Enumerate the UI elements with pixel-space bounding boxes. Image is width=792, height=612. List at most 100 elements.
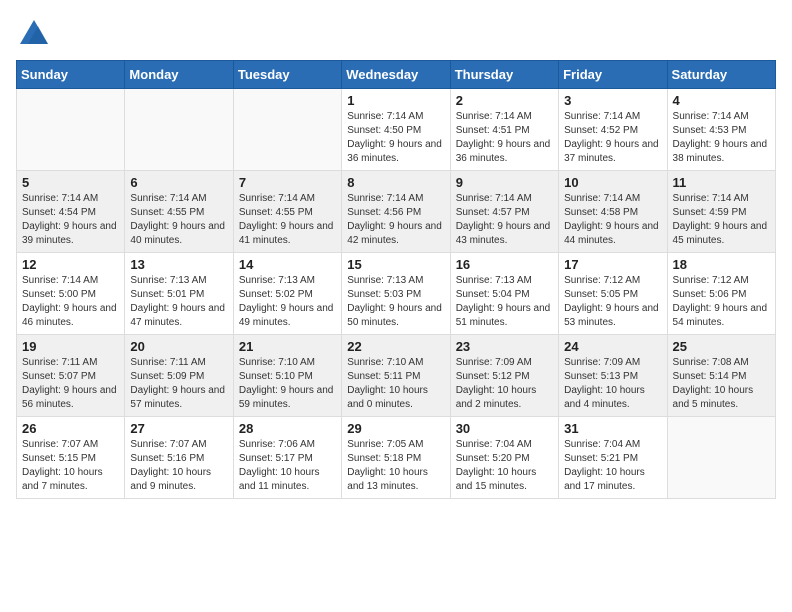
calendar-day-cell: 30 Sunrise: 7:04 AM Sunset: 5:20 PM Dayli… bbox=[450, 417, 558, 499]
day-number: 21 bbox=[239, 339, 336, 354]
day-info: Sunrise: 7:13 AM Sunset: 5:01 PM Dayligh… bbox=[130, 274, 227, 330]
day-info: Sunrise: 7:13 AM Sunset: 5:02 PM Dayligh… bbox=[239, 274, 336, 330]
calendar-week-row: 12 Sunrise: 7:14 AM Sunset: 5:00 PM Dayli… bbox=[17, 253, 776, 335]
calendar-day-cell: 16Sunrise: 7:13 AM Sunset: 5:04 PM Dayli… bbox=[450, 253, 558, 335]
day-info: Sunrise: 7:14 AM Sunset: 4:55 PM Dayligh… bbox=[130, 192, 227, 248]
calendar-day-cell: 24Sunrise: 7:09 AM Sunset: 5:13 PM Dayli… bbox=[559, 335, 667, 417]
calendar-day-cell: 31 Sunrise: 7:04 AM Sunset: 5:21 PM Dayli… bbox=[559, 417, 667, 499]
weekday-header: Sunday bbox=[17, 61, 125, 89]
calendar-day-cell: 29Sunrise: 7:05 AM Sunset: 5:18 PM Dayli… bbox=[342, 417, 450, 499]
day-info: Sunrise: 7:06 AM Sunset: 5:17 PM Dayligh… bbox=[239, 438, 336, 494]
day-number: 3 bbox=[564, 93, 661, 108]
calendar-day-cell: 27 Sunrise: 7:07 AM Sunset: 5:16 PM Dayli… bbox=[125, 417, 233, 499]
day-info: Sunrise: 7:09 AM Sunset: 5:12 PM Dayligh… bbox=[456, 356, 553, 412]
day-number: 22 bbox=[347, 339, 444, 354]
calendar-day-cell bbox=[233, 89, 341, 171]
day-number: 28 bbox=[239, 421, 336, 436]
day-number: 1 bbox=[347, 93, 444, 108]
day-info: Sunrise: 7:14 AM Sunset: 4:55 PM Dayligh… bbox=[239, 192, 336, 248]
calendar-day-cell: 19 Sunrise: 7:11 AM Sunset: 5:07 PM Dayli… bbox=[17, 335, 125, 417]
calendar-day-cell: 1 Sunrise: 7:14 AM Sunset: 4:50 PM Daylig… bbox=[342, 89, 450, 171]
calendar-day-cell: 5 Sunrise: 7:14 AM Sunset: 4:54 PM Daylig… bbox=[17, 171, 125, 253]
day-number: 8 bbox=[347, 175, 444, 190]
day-info: Sunrise: 7:04 AM Sunset: 5:20 PM Dayligh… bbox=[456, 438, 553, 494]
calendar-day-cell: 22Sunrise: 7:10 AM Sunset: 5:11 PM Dayli… bbox=[342, 335, 450, 417]
day-number: 14 bbox=[239, 257, 336, 272]
calendar-day-cell: 9 Sunrise: 7:14 AM Sunset: 4:57 PM Daylig… bbox=[450, 171, 558, 253]
page-header bbox=[16, 16, 776, 52]
day-info: Sunrise: 7:12 AM Sunset: 5:05 PM Dayligh… bbox=[564, 274, 661, 330]
day-number: 26 bbox=[22, 421, 119, 436]
day-info: Sunrise: 7:14 AM Sunset: 4:58 PM Dayligh… bbox=[564, 192, 661, 248]
day-number: 9 bbox=[456, 175, 553, 190]
day-info: Sunrise: 7:11 AM Sunset: 5:07 PM Dayligh… bbox=[22, 356, 119, 412]
calendar-week-row: 5 Sunrise: 7:14 AM Sunset: 4:54 PM Daylig… bbox=[17, 171, 776, 253]
calendar-header: SundayMondayTuesdayWednesdayThursdayFrid… bbox=[17, 61, 776, 89]
calendar-day-cell bbox=[125, 89, 233, 171]
day-number: 20 bbox=[130, 339, 227, 354]
day-info: Sunrise: 7:05 AM Sunset: 5:18 PM Dayligh… bbox=[347, 438, 444, 494]
day-info: Sunrise: 7:07 AM Sunset: 5:16 PM Dayligh… bbox=[130, 438, 227, 494]
calendar-day-cell: 11Sunrise: 7:14 AM Sunset: 4:59 PM Dayli… bbox=[667, 171, 775, 253]
day-number: 23 bbox=[456, 339, 553, 354]
calendar-day-cell: 13 Sunrise: 7:13 AM Sunset: 5:01 PM Dayli… bbox=[125, 253, 233, 335]
calendar-week-row: 26 Sunrise: 7:07 AM Sunset: 5:15 PM Dayli… bbox=[17, 417, 776, 499]
day-number: 7 bbox=[239, 175, 336, 190]
calendar-body: 1 Sunrise: 7:14 AM Sunset: 4:50 PM Daylig… bbox=[17, 89, 776, 499]
logo bbox=[16, 16, 58, 52]
calendar-week-row: 1 Sunrise: 7:14 AM Sunset: 4:50 PM Daylig… bbox=[17, 89, 776, 171]
calendar-week-row: 19 Sunrise: 7:11 AM Sunset: 5:07 PM Dayli… bbox=[17, 335, 776, 417]
calendar-day-cell: 28 Sunrise: 7:06 AM Sunset: 5:17 PM Dayli… bbox=[233, 417, 341, 499]
weekday-header: Monday bbox=[125, 61, 233, 89]
calendar-day-cell bbox=[17, 89, 125, 171]
day-info: Sunrise: 7:14 AM Sunset: 4:57 PM Dayligh… bbox=[456, 192, 553, 248]
day-info: Sunrise: 7:10 AM Sunset: 5:10 PM Dayligh… bbox=[239, 356, 336, 412]
calendar-day-cell bbox=[667, 417, 775, 499]
calendar-day-cell: 12 Sunrise: 7:14 AM Sunset: 5:00 PM Dayli… bbox=[17, 253, 125, 335]
day-info: Sunrise: 7:14 AM Sunset: 4:53 PM Dayligh… bbox=[673, 110, 770, 166]
day-number: 4 bbox=[673, 93, 770, 108]
calendar-day-cell: 6 Sunrise: 7:14 AM Sunset: 4:55 PM Daylig… bbox=[125, 171, 233, 253]
day-number: 18 bbox=[673, 257, 770, 272]
weekday-header: Friday bbox=[559, 61, 667, 89]
calendar-day-cell: 14 Sunrise: 7:13 AM Sunset: 5:02 PM Dayli… bbox=[233, 253, 341, 335]
calendar-day-cell: 7 Sunrise: 7:14 AM Sunset: 4:55 PM Daylig… bbox=[233, 171, 341, 253]
day-number: 30 bbox=[456, 421, 553, 436]
weekday-header: Thursday bbox=[450, 61, 558, 89]
calendar-day-cell: 23 Sunrise: 7:09 AM Sunset: 5:12 PM Dayli… bbox=[450, 335, 558, 417]
day-number: 10 bbox=[564, 175, 661, 190]
day-info: Sunrise: 7:07 AM Sunset: 5:15 PM Dayligh… bbox=[22, 438, 119, 494]
day-number: 31 bbox=[564, 421, 661, 436]
day-info: Sunrise: 7:14 AM Sunset: 4:51 PM Dayligh… bbox=[456, 110, 553, 166]
weekday-header: Wednesday bbox=[342, 61, 450, 89]
weekday-row: SundayMondayTuesdayWednesdayThursdayFrid… bbox=[17, 61, 776, 89]
calendar-day-cell: 26 Sunrise: 7:07 AM Sunset: 5:15 PM Dayli… bbox=[17, 417, 125, 499]
day-info: Sunrise: 7:14 AM Sunset: 5:00 PM Dayligh… bbox=[22, 274, 119, 330]
day-number: 24 bbox=[564, 339, 661, 354]
weekday-header: Saturday bbox=[667, 61, 775, 89]
day-info: Sunrise: 7:14 AM Sunset: 4:59 PM Dayligh… bbox=[673, 192, 770, 248]
day-info: Sunrise: 7:14 AM Sunset: 4:54 PM Dayligh… bbox=[22, 192, 119, 248]
calendar-day-cell: 18 Sunrise: 7:12 AM Sunset: 5:06 PM Dayli… bbox=[667, 253, 775, 335]
day-number: 27 bbox=[130, 421, 227, 436]
day-info: Sunrise: 7:14 AM Sunset: 4:52 PM Dayligh… bbox=[564, 110, 661, 166]
day-info: Sunrise: 7:14 AM Sunset: 4:56 PM Dayligh… bbox=[347, 192, 444, 248]
day-number: 5 bbox=[22, 175, 119, 190]
day-number: 6 bbox=[130, 175, 227, 190]
day-info: Sunrise: 7:14 AM Sunset: 4:50 PM Dayligh… bbox=[347, 110, 444, 166]
day-info: Sunrise: 7:12 AM Sunset: 5:06 PM Dayligh… bbox=[673, 274, 770, 330]
calendar-day-cell: 25Sunrise: 7:08 AM Sunset: 5:14 PM Dayli… bbox=[667, 335, 775, 417]
day-number: 13 bbox=[130, 257, 227, 272]
calendar-day-cell: 10 Sunrise: 7:14 AM Sunset: 4:58 PM Dayli… bbox=[559, 171, 667, 253]
day-number: 19 bbox=[22, 339, 119, 354]
calendar-table: SundayMondayTuesdayWednesdayThursdayFrid… bbox=[16, 60, 776, 499]
day-number: 2 bbox=[456, 93, 553, 108]
day-number: 12 bbox=[22, 257, 119, 272]
calendar-day-cell: 20Sunrise: 7:11 AM Sunset: 5:09 PM Dayli… bbox=[125, 335, 233, 417]
weekday-header: Tuesday bbox=[233, 61, 341, 89]
day-info: Sunrise: 7:04 AM Sunset: 5:21 PM Dayligh… bbox=[564, 438, 661, 494]
day-info: Sunrise: 7:08 AM Sunset: 5:14 PM Dayligh… bbox=[673, 356, 770, 412]
day-number: 15 bbox=[347, 257, 444, 272]
calendar-day-cell: 2 Sunrise: 7:14 AM Sunset: 4:51 PM Daylig… bbox=[450, 89, 558, 171]
day-number: 16 bbox=[456, 257, 553, 272]
